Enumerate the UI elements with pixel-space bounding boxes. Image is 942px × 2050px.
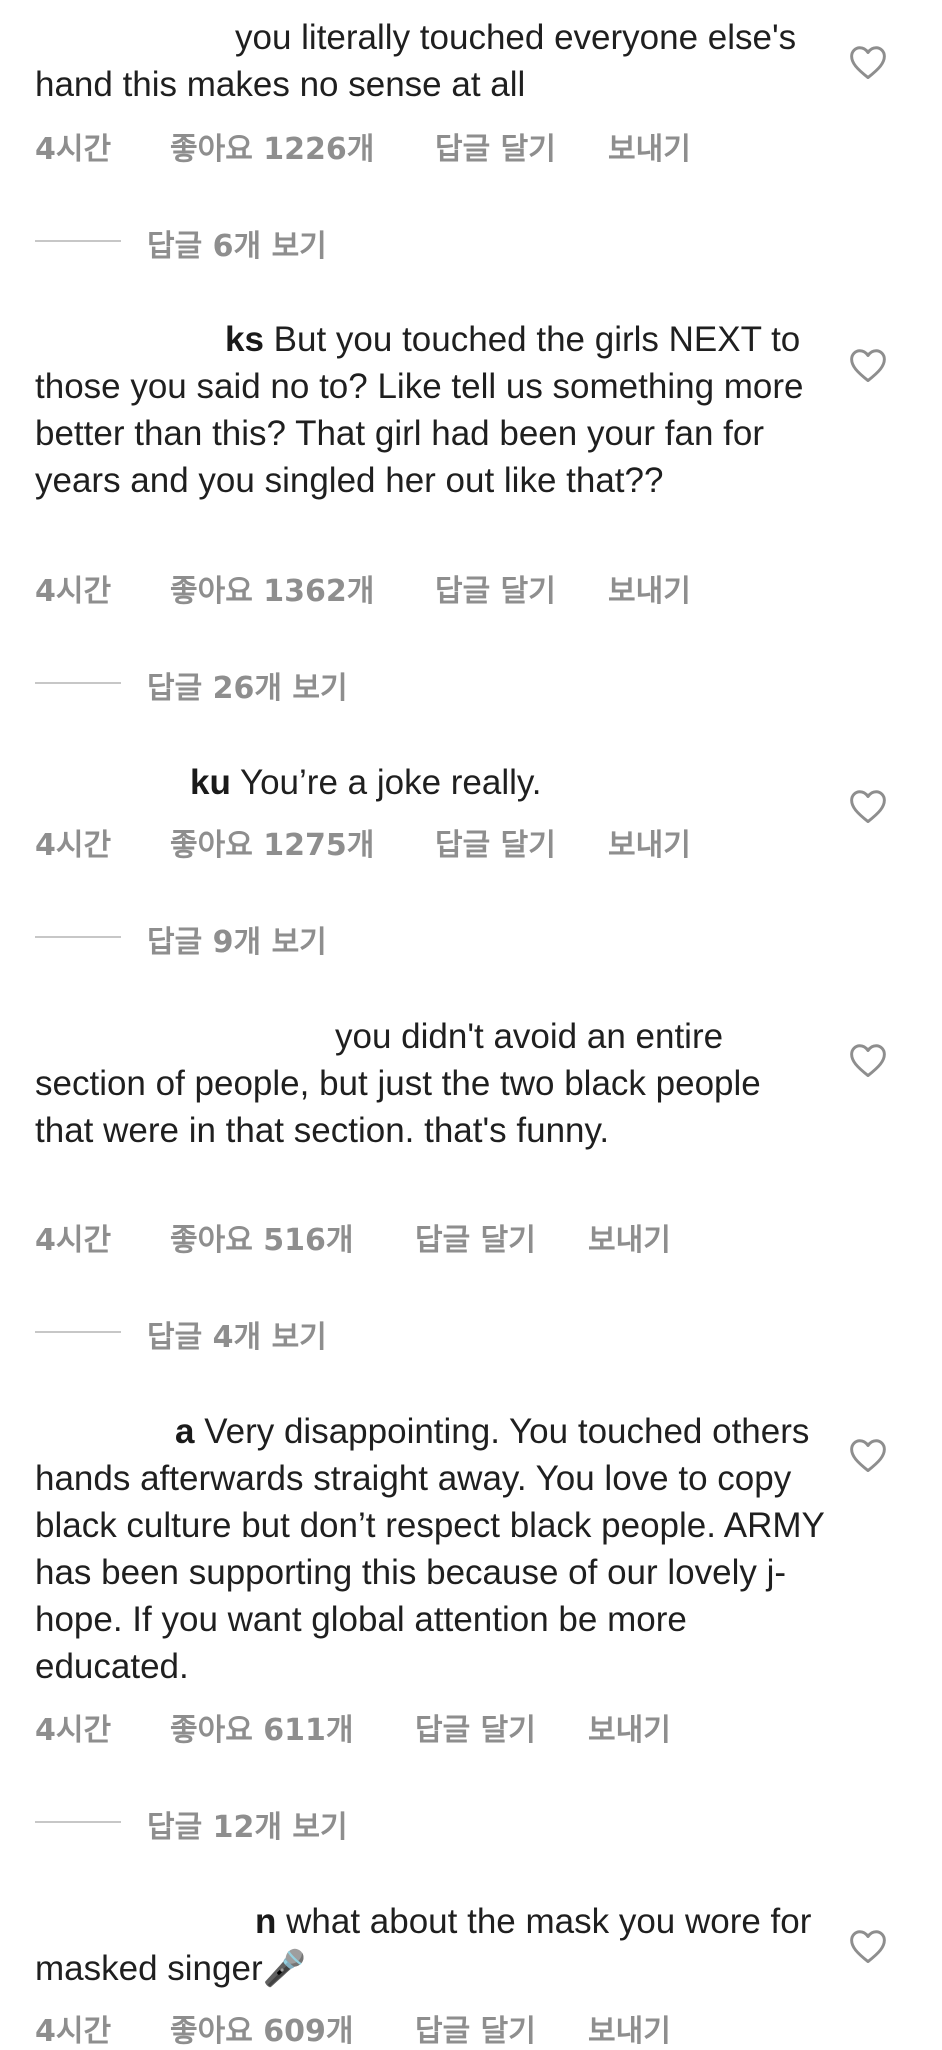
comment-time[interactable]: 4시간: [35, 820, 111, 864]
comment-body: ku You’re a joke really.: [35, 759, 825, 806]
like-heart-icon[interactable]: [848, 788, 888, 824]
like-heart-icon[interactable]: [848, 44, 888, 80]
comment-username[interactable]: a: [175, 1412, 194, 1451]
like-heart-icon[interactable]: [848, 347, 888, 383]
comment-username[interactable]: ks: [225, 320, 264, 359]
replies-divider: [35, 936, 121, 938]
like-heart-icon[interactable]: [848, 1437, 888, 1473]
comment-time[interactable]: 4시간: [35, 566, 111, 610]
comment-text: But you touched the girls NEXT to those …: [35, 320, 804, 500]
comment-text: what about the mask you wore for masked …: [35, 1902, 812, 1988]
replies-divider: [35, 1331, 121, 1333]
comment-time[interactable]: 4시간: [35, 2006, 111, 2050]
view-replies-label: 답글 4개 보기: [147, 1320, 327, 1355]
reply-button[interactable]: 답글 달기: [435, 124, 556, 168]
view-replies-label: 답글 6개 보기: [147, 229, 327, 264]
comment-body: ks But you touched the girls NEXT to tho…: [35, 316, 825, 504]
like-heart-icon[interactable]: [848, 1928, 888, 1964]
reply-button[interactable]: 답글 달기: [435, 566, 556, 610]
comment-text: you literally touched everyone else's ha…: [35, 18, 797, 104]
replies-divider: [35, 240, 121, 242]
view-replies-label: 답글 9개 보기: [147, 925, 327, 960]
comment-text: you didn't avoid an entire section of pe…: [35, 1017, 761, 1150]
comment-username[interactable]: n: [255, 1902, 276, 1941]
comment-time[interactable]: 4시간: [35, 1705, 111, 1749]
send-button[interactable]: 보내기: [608, 566, 691, 610]
replies-divider: [35, 1821, 121, 1823]
comment-likes[interactable]: 좋아요 1362개: [170, 566, 374, 610]
comment-text: You’re a joke really.: [239, 763, 542, 802]
comment-body: n what about the mask you wore for maske…: [35, 1898, 825, 1992]
replies-divider: [35, 682, 121, 684]
reply-button[interactable]: 답글 달기: [415, 2006, 536, 2050]
send-button[interactable]: 보내기: [588, 1215, 671, 1259]
comment-username[interactable]: ku: [190, 763, 231, 802]
comment-body: a Very disappointing. You touched others…: [35, 1408, 825, 1690]
comment-likes[interactable]: 좋아요 609개: [170, 2006, 353, 2050]
comment-body: you didn't avoid an entire section of pe…: [35, 1013, 825, 1154]
view-replies-label: 답글 26개 보기: [147, 671, 348, 706]
like-heart-icon[interactable]: [848, 1042, 888, 1078]
comment-time[interactable]: 4시간: [35, 124, 111, 168]
send-button[interactable]: 보내기: [608, 820, 691, 864]
comment-likes[interactable]: 좋아요 1226개: [170, 124, 374, 168]
view-replies-label: 답글 12개 보기: [147, 1810, 348, 1845]
reply-button[interactable]: 답글 달기: [435, 820, 556, 864]
comment-likes[interactable]: 좋아요 516개: [170, 1215, 353, 1259]
comment-text: Very disappointing. You touched others h…: [35, 1412, 825, 1686]
comment-likes[interactable]: 좋아요 611개: [170, 1705, 353, 1749]
reply-button[interactable]: 답글 달기: [415, 1705, 536, 1749]
send-button[interactable]: 보내기: [588, 1705, 671, 1749]
comment-body: you literally touched everyone else's ha…: [35, 14, 825, 108]
comment-likes[interactable]: 좋아요 1275개: [170, 820, 374, 864]
send-button[interactable]: 보내기: [588, 2006, 671, 2050]
reply-button[interactable]: 답글 달기: [415, 1215, 536, 1259]
send-button[interactable]: 보내기: [608, 124, 691, 168]
comment-time[interactable]: 4시간: [35, 1215, 111, 1259]
